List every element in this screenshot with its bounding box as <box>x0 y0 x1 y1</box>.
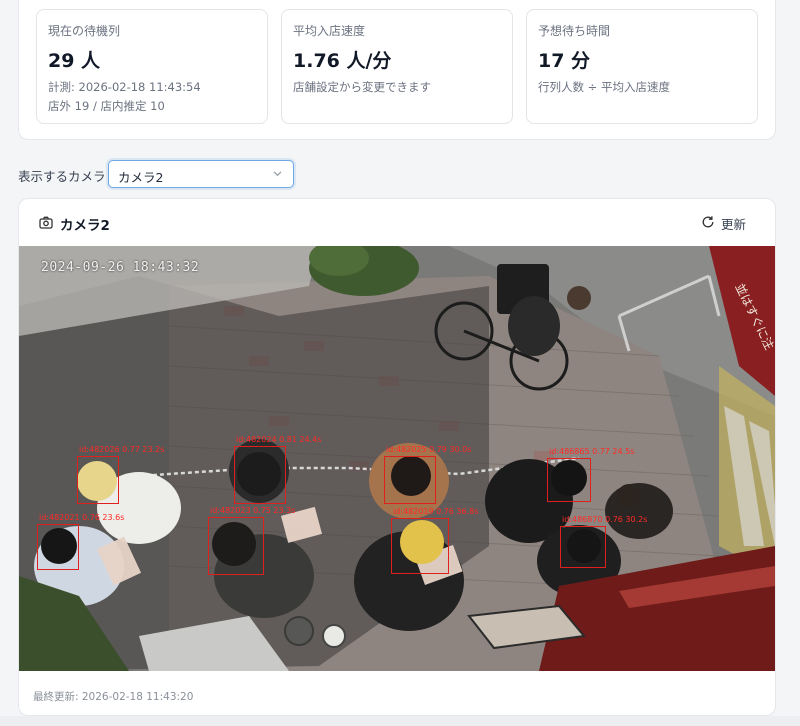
stat-value: 1.76 人/分 <box>293 50 392 72</box>
refresh-label: 更新 <box>721 217 747 232</box>
detection-label: id:482023 0.75 23.3s <box>210 506 296 515</box>
detection-box <box>234 446 286 504</box>
camera-title: カメラ2 <box>60 218 110 234</box>
stat-formula: 行列人数 ÷ 平均入店速度 <box>538 80 670 94</box>
stat-card-current-queue: 現在の待機列 29 人 計測: 2026-02-18 11:43:54 店外 1… <box>36 9 268 124</box>
camera-select-value: カメラ2 <box>118 170 164 185</box>
detection-label: id:482026 0.77 23.2s <box>79 445 165 454</box>
refresh-icon <box>702 216 714 228</box>
stat-note: 店舗設定から変更できます <box>293 80 431 94</box>
chevron-down-icon <box>273 171 282 177</box>
detection-box <box>77 456 119 504</box>
detection-box <box>208 517 264 575</box>
detection-label: id:486865 0.77 24.5s <box>549 447 635 456</box>
stat-breakdown: 店外 19 / 店内推定 10 <box>48 99 165 113</box>
camera-feed-image: 並はすぐに注 2024-09-26 18:43:32 id:482026 0.7… <box>19 246 775 671</box>
page-bottom-edge <box>0 716 800 726</box>
camera-select[interactable]: カメラ2 <box>108 160 294 188</box>
detection-box <box>560 526 606 568</box>
camera-icon <box>39 216 53 229</box>
detection-box <box>391 518 449 574</box>
refresh-button[interactable]: 更新 <box>701 214 749 232</box>
stat-measured-at: 計測: 2026-02-18 11:43:54 <box>48 80 201 94</box>
camera-select-label: 表示するカメラ <box>18 169 106 184</box>
detection-box <box>37 524 79 570</box>
camera-card-header: カメラ2 更新 <box>19 199 775 246</box>
stat-value: 17 分 <box>538 50 591 72</box>
queue-stats-panel: 現在の待機列 29 人 計測: 2026-02-18 11:43:54 店外 1… <box>18 0 776 140</box>
detection-label: id:482025 0.79 30.0s <box>386 445 472 454</box>
detection-label: id:486870 0.76 30.2s <box>562 515 648 524</box>
detection-box <box>384 456 436 504</box>
stat-label: 平均入店速度 <box>293 24 366 38</box>
detection-box <box>547 458 591 502</box>
stat-label: 現在の待機列 <box>48 24 121 38</box>
stat-card-entry-rate: 平均入店速度 1.76 人/分 店舗設定から変更できます <box>281 9 513 124</box>
feed-timestamp: 2024-09-26 18:43:32 <box>41 260 200 275</box>
last-updated-text: 最終更新: 2026-02-18 11:43:20 <box>33 691 194 703</box>
stat-card-wait-time: 予想待ち時間 17 分 行列人数 ÷ 平均入店速度 <box>526 9 758 124</box>
camera-feed-card: カメラ2 更新 並はすぐに注 2024-09-26 18:43:32 id:48… <box>18 198 776 716</box>
stat-value: 29 人 <box>48 50 101 72</box>
stat-label: 予想待ち時間 <box>538 24 611 38</box>
detection-label: id:482019 0.76 36.8s <box>393 507 479 516</box>
detection-label: id:482024 0.81 24.4s <box>236 435 322 444</box>
detection-label: id:482021 0.76 23.6s <box>39 513 125 522</box>
